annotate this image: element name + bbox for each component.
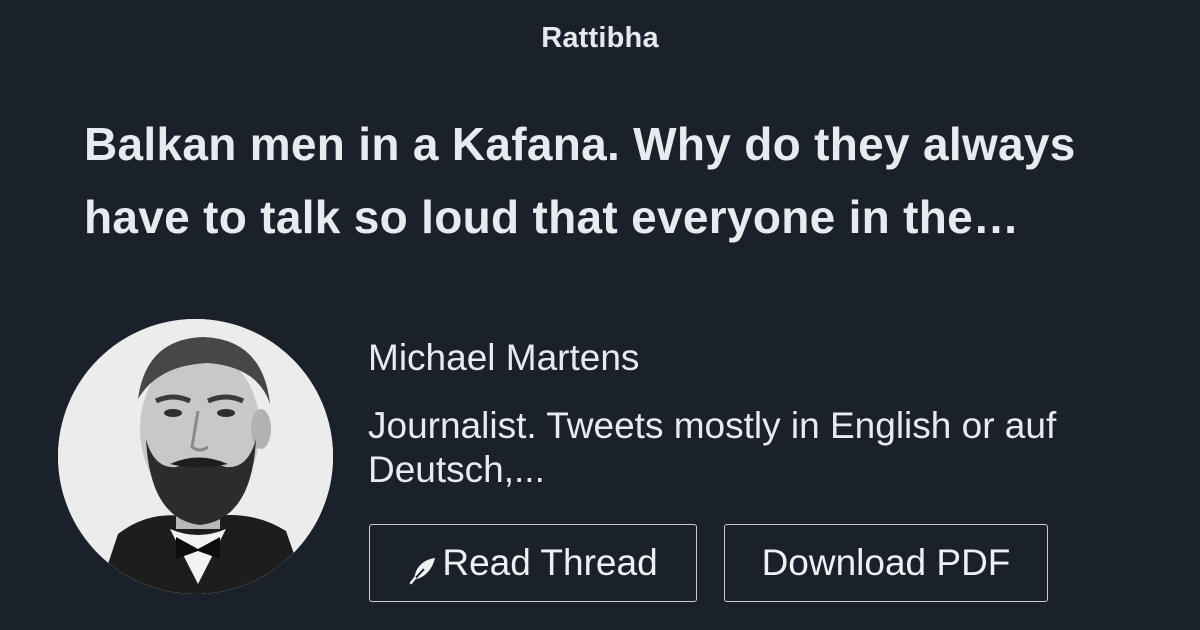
author-bio: Journalist. Tweets mostly in English or … <box>368 405 1057 490</box>
download-pdf-button[interactable]: Download PDF <box>724 524 1048 602</box>
download-pdf-label: Download PDF <box>761 542 1011 583</box>
thread-title: Balkan men in a Kafana. Why do they alwa… <box>84 118 1076 243</box>
brand-name: Rattibha <box>541 22 659 54</box>
portrait-photo <box>58 319 333 594</box>
read-thread-button[interactable]: Read Thread <box>369 524 697 602</box>
author-name: Michael Martens <box>368 337 640 378</box>
author-avatar <box>58 319 333 594</box>
feather-icon <box>408 552 438 585</box>
read-thread-label: Read Thread <box>442 542 658 583</box>
